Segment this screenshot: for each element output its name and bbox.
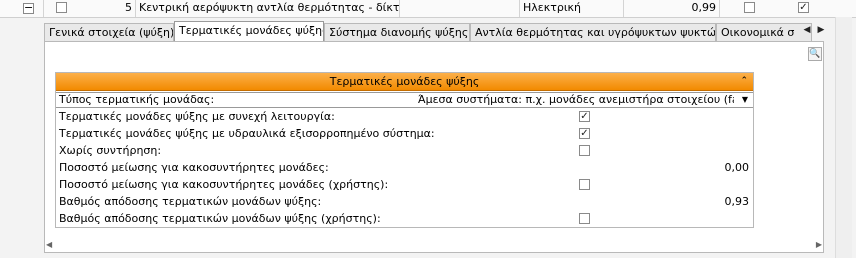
- triangle-right-icon[interactable]: ▶: [814, 22, 828, 38]
- efficiency-value[interactable]: 0,93: [725, 193, 750, 210]
- property-row: Βαθμός απόδοσης τερματικών μονάδων ψύξης…: [56, 210, 753, 227]
- terminal-type-value[interactable]: Άμεσα συστήματα: π.χ. μονάδες ανεμιστήρα…: [418, 93, 734, 107]
- terminal-units-group: Τερματικές μονάδες ψύξης ⌃ Τύπος τερματι…: [55, 72, 754, 228]
- property-label: Βαθμός απόδοσης τερματικών μονάδων ψύξης…: [59, 212, 381, 225]
- reduction-percentage-value[interactable]: 0,00: [725, 159, 750, 176]
- triangle-down-icon[interactable]: ▼: [737, 93, 753, 107]
- tab-general-cooling[interactable]: Γενικά στοιχεία (ψύξη): [44, 23, 174, 41]
- group-title: Τερματικές μονάδες ψύξης: [329, 75, 480, 88]
- grid-row[interactable]: − 5 Κεντρική αερόψυκτη αντλία θερμότητας…: [0, 0, 856, 18]
- row-header-cell: [0, 0, 44, 17]
- scroll-left-icon[interactable]: ◀: [46, 240, 52, 249]
- property-label: Χωρίς συντήρηση:: [59, 144, 162, 157]
- row-empty-cell: [400, 0, 520, 17]
- row-name: Κεντρική αερόψυκτη αντλία θερμότητας - δ…: [136, 0, 400, 17]
- tab-strip: Γενικά στοιχεία (ψύξη) Τερματικές μονάδε…: [44, 21, 812, 42]
- tab-terminal-units[interactable]: Τερματικές μονάδες ψύξης: [174, 21, 324, 42]
- row-select-checkbox[interactable]: [56, 2, 67, 13]
- triangle-left-icon[interactable]: ◀: [800, 22, 814, 38]
- property-row: Χωρίς συντήρηση:: [56, 142, 753, 159]
- magnifier-icon[interactable]: 🔍: [808, 47, 822, 61]
- no-maintenance-checkbox[interactable]: [579, 145, 590, 156]
- row-energy-source: Ηλεκτρική: [520, 0, 624, 17]
- hydraulic-balanced-checkbox[interactable]: ✓: [579, 128, 590, 139]
- property-row: Ποσοστό μείωσης για κακοσυντήρητες μονάδ…: [56, 176, 753, 193]
- row-value: 0,99: [624, 0, 720, 17]
- tab-economics[interactable]: Οικονομικά σ: [716, 23, 812, 41]
- terminal-type-combo[interactable]: Τύπος τερματικής μονάδας: Άμεσα συστήματ…: [56, 92, 753, 108]
- reduction-user-checkbox[interactable]: [579, 179, 590, 190]
- property-row: Βαθμός απόδοσης τερματικών μονάδων ψύξης…: [56, 193, 753, 210]
- property-row: Τερματικές μονάδες ψύξης με υδραυλικά εξ…: [56, 125, 753, 142]
- vertical-scrollbar[interactable]: [835, 17, 852, 258]
- row-checkbox[interactable]: [744, 2, 755, 13]
- efficiency-user-checkbox[interactable]: [579, 213, 590, 224]
- property-label: Τερματικές μονάδες ψύξης με συνεχή λειτο…: [59, 110, 335, 123]
- group-header[interactable]: Τερματικές μονάδες ψύξης ⌃: [56, 73, 753, 91]
- tab-heat-pump[interactable]: Αντλία θερμότητας και υγρόψυκτων ψυκτών: [470, 23, 716, 41]
- row-index: 5: [84, 0, 136, 17]
- property-label: Ποσοστό μείωσης για κακοσυντήρητες μονάδ…: [59, 161, 329, 174]
- horizontal-scrollbar[interactable]: ◀ ▶: [44, 240, 824, 253]
- row-checked-checkbox[interactable]: ✓: [798, 2, 809, 13]
- continuous-operation-checkbox[interactable]: ✓: [579, 111, 590, 122]
- property-label: Βαθμός απόδοσης τερματικών μονάδων ψύξης…: [59, 195, 322, 208]
- scroll-right-icon[interactable]: ▶: [816, 240, 822, 249]
- property-row: Τερματικές μονάδες ψύξης με συνεχή λειτο…: [56, 108, 753, 125]
- property-label: Ποσοστό μείωσης για κακοσυντήρητες μονάδ…: [59, 178, 389, 191]
- property-row: Ποσοστό μείωσης για κακοσυντήρητες μονάδ…: [56, 159, 753, 176]
- property-label: Τερματικές μονάδες ψύξης με υδραυλικά εξ…: [59, 127, 435, 140]
- chevron-up-icon[interactable]: ⌃: [740, 73, 748, 89]
- tab-distribution[interactable]: Σύστημα διανομής ψύξης: [324, 23, 470, 41]
- terminal-type-label: Τύπος τερματικής μονάδας:: [59, 93, 215, 106]
